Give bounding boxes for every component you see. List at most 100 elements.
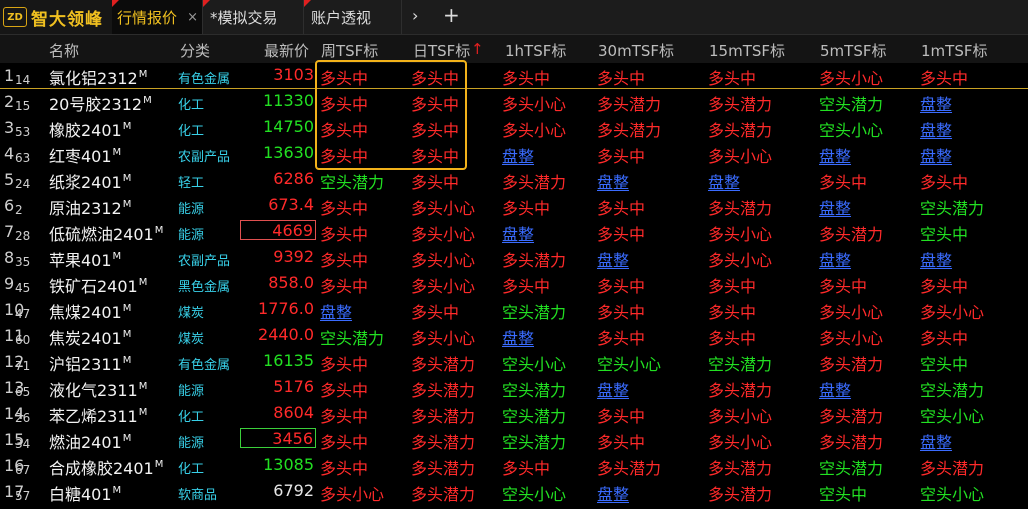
col-1m-tsf[interactable]: 1mTSF标 xyxy=(921,40,987,61)
contract-name[interactable]: 原油2312M xyxy=(49,195,131,219)
contract-name[interactable]: 铁矿石2401M xyxy=(49,273,147,297)
signal-1h: 多头中 xyxy=(502,199,551,218)
table-row[interactable]: 5 24 纸浆2401M 轻工 6286 空头潜力 多头中 多头潜力 盘整 盘整 多头中 多头中 xyxy=(0,167,1028,193)
col-15m-tsf[interactable]: 15mTSF标 xyxy=(709,40,785,61)
table-row[interactable]: 2 15 20号胶2312M 化工 11330 多头中 多头中 多头小心 多头潜力 多头潜力 空头潜… xyxy=(0,89,1028,115)
category: 化工 xyxy=(178,124,205,139)
contract-name[interactable]: 橡胶2401M xyxy=(49,117,131,141)
contract-name[interactable]: 燃油2401M xyxy=(49,429,131,453)
table-row[interactable]: 7 28 低硫燃油2401M 能源 4669 多头中 多头小心 盘整 多头中 多头小心 多头潜力 空头… xyxy=(0,219,1028,245)
col-5m-tsf[interactable]: 5mTSF标 xyxy=(820,40,886,61)
table-row[interactable]: 11 60 焦炭2401M 煤炭 2440.0 空头潜力 多头小心 盘整 多头中 多头中 多头小心多… xyxy=(0,323,1028,349)
table-row[interactable]: 15 34 燃油2401M 能源 3456 多头中 多头潜力 空头潜力 多头中 多头小心 多头潜力盘… xyxy=(0,427,1028,453)
table-row[interactable]: 4 63 红枣401M 农副产品 13630 多头中 多头中 盘整 多头中 多头小心 盘整 盘整 xyxy=(0,141,1028,167)
contract-name[interactable]: 氯化铝2312M xyxy=(49,65,147,89)
signal-1h[interactable]: 盘整 xyxy=(502,143,534,167)
contract-name[interactable]: 焦炭2401M xyxy=(49,325,131,349)
signal-5m[interactable]: 盘整 xyxy=(819,247,851,271)
contract-name-text: 苯乙烯2311 xyxy=(49,407,138,426)
table-row[interactable]: 9 45 铁矿石2401M 黑色金属 858.0 多头中 多头小心 多头中 多头中 多头中 多头中 多… xyxy=(0,271,1028,297)
signal-5m[interactable]: 盘整 xyxy=(819,377,851,401)
signal-5m: 空头中 xyxy=(819,485,868,504)
signal-1m: 空头中 xyxy=(920,355,969,374)
contract-name[interactable]: 纸浆2401M xyxy=(49,169,131,193)
signal-30m: 多头中 xyxy=(597,329,646,348)
contract-name[interactable]: 焦煤2401M xyxy=(49,299,131,323)
contract-name[interactable]: 20号胶2312M xyxy=(49,91,152,115)
chevron-right-icon[interactable]: › xyxy=(412,6,418,25)
add-tab-button[interactable]: + xyxy=(443,3,460,27)
table-row[interactable]: 1 14 氯化铝2312M 有色金属 3103 多头中 多头中 多头中 多头中 多头中 多头小心 多头… xyxy=(0,63,1028,89)
main-contract-mark: M xyxy=(112,251,122,262)
table-row[interactable]: 16 67 合成橡胶2401M 化工 13085 多头中 多头潜力 多头中 多头潜力 多头潜力 空头… xyxy=(0,453,1028,479)
table-row[interactable]: 3 53 橡胶2401M 化工 14750 多头中 多头中 多头小心 多头潜力 多头潜力 空头小心 盘… xyxy=(0,115,1028,141)
table-row[interactable]: 8 35 苹果401M 农副产品 9392 多头中 多头小心 多头潜力 盘整 多头小心 盘整 盘整 xyxy=(0,245,1028,271)
table-row[interactable]: 14 26 苯乙烯2311M 化工 8604 多头中 多头潜力 空头潜力 多头中 多头小心 多头潜力… xyxy=(0,401,1028,427)
contract-name[interactable]: 白糖401M xyxy=(49,481,121,505)
signal-15m: 多头潜力 xyxy=(708,121,773,140)
tab-quotes[interactable]: 行情报价 × xyxy=(112,0,203,34)
signal-1m[interactable]: 盘整 xyxy=(920,247,952,271)
col-category[interactable]: 分类 xyxy=(180,40,210,61)
col-price[interactable]: 最新价 xyxy=(264,40,309,61)
signal-30m: 多头中 xyxy=(597,69,646,88)
table-row[interactable]: 13 65 液化气2311M 能源 5176 多头中 多头潜力 空头潜力 盘整 多头潜力 盘整 空头潜… xyxy=(0,375,1028,401)
signal-daily: 多头中 xyxy=(411,121,460,140)
signal-1m[interactable]: 盘整 xyxy=(920,429,952,453)
col-1h-tsf[interactable]: 1hTSF标 xyxy=(505,40,566,61)
contract-name-text: 20号胶2312 xyxy=(49,95,143,114)
contract-name[interactable]: 合成橡胶2401M xyxy=(49,455,163,479)
main-contract-mark: M xyxy=(112,485,122,496)
signal-weekly: 多头中 xyxy=(320,121,369,140)
close-icon[interactable]: × xyxy=(187,10,198,25)
signal-1m[interactable]: 盘整 xyxy=(920,117,952,141)
signal-1m: 多头潜力 xyxy=(920,459,985,478)
contract-name[interactable]: 沪铝2311M xyxy=(49,351,131,375)
signal-30m: 多头中 xyxy=(597,225,646,244)
signal-5m[interactable]: 盘整 xyxy=(819,195,851,219)
table-row[interactable]: 6 2 原油2312M 能源 673.4 多头中 多头小心 多头中 多头中 多头潜力 盘整 空头潜力 xyxy=(0,193,1028,219)
signal-1m: 空头潜力 xyxy=(920,199,985,218)
col-name[interactable]: 名称 xyxy=(49,40,79,61)
signal-15m: 多头潜力 xyxy=(708,95,773,114)
last-price: 14750 xyxy=(263,117,314,136)
contract-name[interactable]: 液化气2311M xyxy=(49,377,147,401)
signal-1h: 空头潜力 xyxy=(502,381,567,400)
contract-name-text: 焦煤2401 xyxy=(49,303,122,322)
table-row[interactable]: 10 47 焦煤2401M 煤炭 1776.0 盘整 多头中 空头潜力 多头中 多头中 多头小心 多头… xyxy=(0,297,1028,323)
signal-daily: 多头小心 xyxy=(411,277,476,296)
main-contract-mark: M xyxy=(122,199,132,210)
table-header: 名称 分类 最新价 周TSF标 日TSF标 ↑ 1hTSF标 30mTSF标 1… xyxy=(0,35,1028,63)
signal-15m: 多头潜力 xyxy=(708,199,773,218)
contract-name[interactable]: 低硫燃油2401M xyxy=(49,221,163,245)
signal-5m[interactable]: 盘整 xyxy=(819,143,851,167)
signal-1m: 多头小心 xyxy=(920,303,985,322)
table-row[interactable]: 17 57 白糖401M 软商品 6792 多头小心 多头潜力 空头小心 盘整 多头潜力 空头中 空头… xyxy=(0,479,1028,505)
row-number: 8 xyxy=(4,248,15,267)
col-30m-tsf[interactable]: 30mTSF标 xyxy=(598,40,674,61)
tab-account[interactable]: 账户透视 xyxy=(304,0,402,34)
table-row[interactable]: 12 71 沪铝2311M 有色金属 16135 多头中 多头潜力 空头小心 空头小心 空头潜力多… xyxy=(0,349,1028,375)
signal-1m[interactable]: 盘整 xyxy=(920,91,952,115)
contract-name[interactable]: 苹果401M xyxy=(49,247,121,271)
signal-30m[interactable]: 盘整 xyxy=(597,377,629,401)
signal-1h[interactable]: 盘整 xyxy=(502,221,534,245)
col-daily-tsf[interactable]: 日TSF标 xyxy=(413,40,470,61)
category: 有色金属 xyxy=(178,358,231,373)
signal-1m[interactable]: 盘整 xyxy=(920,143,952,167)
signal-30m[interactable]: 盘整 xyxy=(597,481,629,505)
tab-sim-trading[interactable]: *模拟交易 xyxy=(203,0,304,34)
contract-name[interactable]: 红枣401M xyxy=(49,143,121,167)
row-rank: 63 xyxy=(15,151,31,165)
last-price: 13085 xyxy=(263,455,314,474)
col-weekly-tsf[interactable]: 周TSF标 xyxy=(321,40,378,61)
contract-name-text: 液化气2311 xyxy=(49,381,138,400)
signal-15m[interactable]: 盘整 xyxy=(708,169,740,193)
signal-weekly[interactable]: 盘整 xyxy=(320,299,352,323)
signal-30m[interactable]: 盘整 xyxy=(597,247,629,271)
signal-1h[interactable]: 盘整 xyxy=(502,325,534,349)
signal-1h: 多头小心 xyxy=(502,121,567,140)
contract-name-text: 纸浆2401 xyxy=(49,173,122,192)
signal-30m[interactable]: 盘整 xyxy=(597,169,629,193)
contract-name[interactable]: 苯乙烯2311M xyxy=(49,403,147,427)
